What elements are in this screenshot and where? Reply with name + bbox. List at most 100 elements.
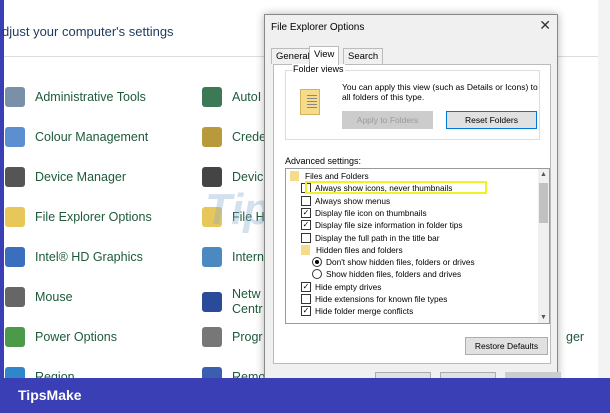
scroll-up-icon[interactable]: ▲ bbox=[540, 171, 547, 178]
control-panel-item[interactable]: Device Manager bbox=[5, 167, 126, 187]
control-panel-item[interactable]: AutoI bbox=[202, 87, 261, 107]
item-icon bbox=[5, 127, 25, 147]
banner-logo: TipsMake bbox=[18, 387, 82, 403]
control-panel-item[interactable]: Devic bbox=[202, 167, 263, 187]
item-label: Netw Centr bbox=[232, 287, 263, 316]
file-explorer-options-dialog: File Explorer Options ✕ General View Sea… bbox=[264, 14, 561, 394]
group-label: Folder views bbox=[292, 64, 345, 74]
item-icon bbox=[5, 207, 25, 227]
tree-item[interactable]: Hidden files and folders bbox=[301, 244, 403, 256]
item-icon bbox=[5, 287, 25, 307]
tab-search[interactable]: Search bbox=[343, 48, 384, 64]
tree-item-label: Show hidden files, folders and drives bbox=[326, 269, 462, 280]
item-label: File H bbox=[232, 209, 265, 224]
control-panel-item[interactable]: Mouse bbox=[5, 287, 73, 307]
tree-item-label: Always show menus bbox=[315, 195, 391, 206]
checkbox[interactable] bbox=[301, 232, 311, 243]
control-panel-item[interactable]: Netw Centr bbox=[202, 287, 263, 317]
item-icon bbox=[5, 247, 25, 267]
item-label: Intern bbox=[232, 249, 264, 264]
control-panel-item[interactable]: Crede bbox=[202, 127, 266, 147]
item-label: ger bbox=[566, 330, 585, 344]
tree-item[interactable]: ✓ Hide folder merge conflicts bbox=[301, 305, 413, 317]
reset-folders-button[interactable]: Reset Folders bbox=[446, 111, 537, 129]
item-icon bbox=[202, 207, 222, 227]
folder-icon bbox=[300, 89, 320, 115]
item-label: Intel® HD Graphics bbox=[35, 250, 143, 264]
item-icon bbox=[202, 292, 222, 312]
tree-item-label: Hide folder merge conflicts bbox=[315, 306, 414, 317]
tree-item-label: Display the full path in the title bar bbox=[315, 232, 440, 243]
advanced-settings-tree[interactable]: Files and Folders Always show icons, neve… bbox=[285, 168, 550, 324]
tree-item[interactable]: Always show menus bbox=[301, 195, 390, 207]
scrollbar[interactable]: ▲ ▼ bbox=[538, 169, 549, 323]
item-label: Progr bbox=[232, 329, 263, 344]
restore-defaults-button[interactable]: Restore Defaults bbox=[465, 337, 548, 355]
tree-item-label: Hide empty drives bbox=[315, 281, 382, 292]
apply-to-folders-button[interactable]: Apply to Folders bbox=[342, 111, 433, 129]
checkbox[interactable] bbox=[301, 294, 311, 304]
item-icon bbox=[5, 167, 25, 187]
advanced-settings-label: Advanced settings: bbox=[285, 156, 362, 166]
checkbox[interactable]: ✓ bbox=[301, 281, 311, 292]
item-icon bbox=[202, 327, 222, 347]
item-label: AutoI bbox=[232, 89, 262, 104]
window-edge bbox=[0, 0, 4, 380]
checkbox[interactable]: ✓ bbox=[301, 306, 311, 317]
checkbox[interactable]: ✓ bbox=[301, 220, 311, 231]
dialog-title: File Explorer Options bbox=[271, 22, 365, 33]
tree-item-label: Don't show hidden files, folders or driv… bbox=[326, 257, 475, 268]
item-icon bbox=[5, 87, 25, 107]
tree-item[interactable]: Hide extensions for known file types bbox=[301, 293, 447, 305]
control-panel-item[interactable]: Intern bbox=[202, 247, 264, 267]
partial-item[interactable]: ger bbox=[566, 330, 584, 344]
control-panel-item[interactable]: File Explorer Options bbox=[5, 207, 152, 227]
scroll-thumb[interactable] bbox=[539, 183, 548, 223]
control-panel-item[interactable]: Administrative Tools bbox=[5, 87, 146, 107]
item-icon bbox=[202, 87, 222, 107]
view-panel: Folder views You can apply this view (su… bbox=[273, 64, 551, 364]
close-icon[interactable]: ✕ bbox=[539, 17, 551, 34]
item-icon bbox=[202, 247, 222, 267]
folder-icon bbox=[290, 171, 299, 181]
tree-item[interactable]: ✓ Display file size information in folder… bbox=[301, 219, 463, 231]
item-icon bbox=[202, 167, 222, 187]
tree-item[interactable]: Display the full path in the title bar bbox=[301, 232, 440, 244]
item-icon bbox=[5, 327, 25, 347]
control-panel-item[interactable]: Power Options bbox=[5, 327, 117, 347]
tree-item-label: Hide extensions for known file types bbox=[315, 294, 448, 304]
tree-item-label: Hidden files and folders bbox=[316, 244, 403, 255]
item-label: Device Manager bbox=[35, 170, 127, 184]
tab-view[interactable]: View bbox=[309, 46, 340, 65]
item-label: Colour Management bbox=[35, 130, 149, 144]
checkbox[interactable]: ✓ bbox=[301, 207, 311, 218]
tree-item[interactable]: ✓ Hide empty drives bbox=[301, 281, 381, 293]
tree-item[interactable]: ✓ Display file icon on thumbnails bbox=[301, 207, 427, 219]
banner: TipsMake bbox=[0, 378, 610, 413]
folder-views-text: You can apply this view (such as Details… bbox=[342, 82, 538, 102]
tree-item-label: Display file icon on thumbnails bbox=[315, 207, 427, 218]
item-icon bbox=[202, 127, 222, 147]
tree-item[interactable]: Show hidden files, folders and drives bbox=[312, 268, 461, 280]
radio-button[interactable] bbox=[312, 257, 322, 268]
tree-item-label: Display file size information in folder … bbox=[315, 220, 463, 231]
control-panel-item[interactable]: File H bbox=[202, 207, 265, 227]
item-label: Crede bbox=[232, 129, 267, 144]
control-panel-item[interactable]: Colour Management bbox=[5, 127, 148, 147]
checkbox[interactable] bbox=[301, 195, 311, 206]
tree-item-label: Files and Folders bbox=[305, 171, 369, 181]
scroll-down-icon[interactable]: ▼ bbox=[540, 314, 547, 321]
item-label: Administrative Tools bbox=[35, 90, 146, 104]
folder-views-group: Folder views You can apply this view (su… bbox=[285, 64, 540, 140]
item-label: Mouse bbox=[35, 290, 73, 304]
radio-button[interactable] bbox=[312, 269, 322, 280]
page-title: djust your computer's settings bbox=[2, 24, 174, 39]
tree-item[interactable]: Don't show hidden files, folders or driv… bbox=[312, 256, 475, 268]
control-panel-item[interactable]: Progr bbox=[202, 327, 263, 347]
highlight-box bbox=[305, 181, 487, 194]
control-panel-item[interactable]: Intel® HD Graphics bbox=[5, 247, 143, 267]
right-pane bbox=[598, 0, 610, 380]
folder-icon bbox=[301, 244, 310, 255]
item-label: File Explorer Options bbox=[35, 210, 152, 224]
item-label: Devic bbox=[232, 169, 264, 184]
